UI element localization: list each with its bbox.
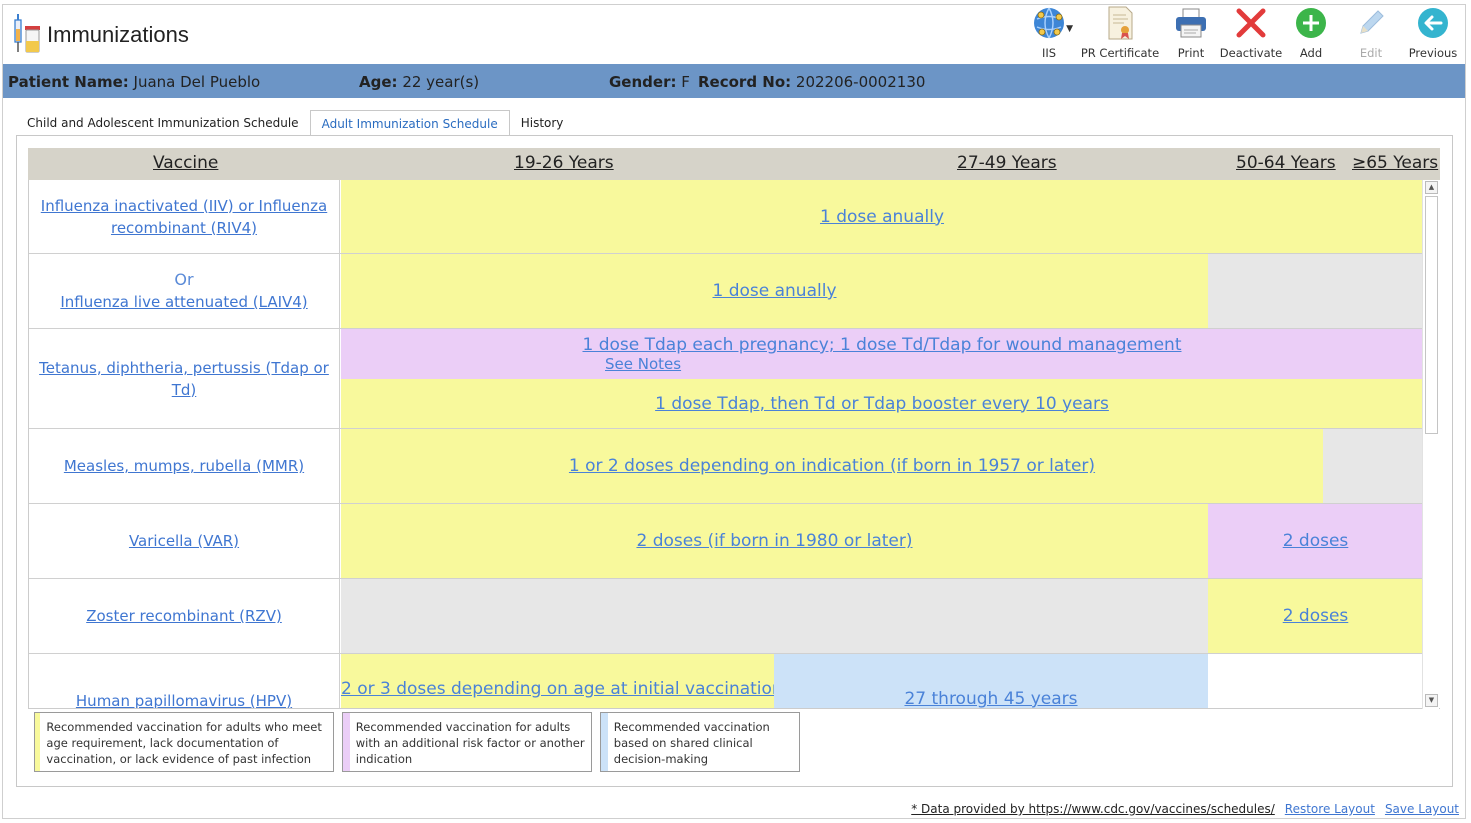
vaccine-link-tdap[interactable]: Tetanus, diphtheria, pertussis (Tdap or … bbox=[37, 357, 331, 401]
header-vaccine[interactable]: Vaccine bbox=[153, 153, 218, 173]
title-bar: Immunizations bbox=[12, 12, 189, 56]
table-row: Varicella (VAR) 2 doses (if born in 1980… bbox=[29, 504, 1423, 579]
vaccine-cell: Zoster recombinant (RZV) bbox=[29, 579, 340, 653]
dose-link[interactable]: 2 doses (if born in 1980 or later) bbox=[636, 531, 912, 551]
header-65-plus[interactable]: ≥65 Years bbox=[1352, 153, 1438, 173]
scroll-down-arrow-icon[interactable]: ▼ bbox=[1425, 694, 1438, 707]
pr-certificate-button[interactable]: PR Certificate bbox=[1079, 6, 1161, 62]
see-notes-link[interactable]: See Notes bbox=[605, 355, 681, 373]
grid-scrollbar[interactable]: ▲ ▼ bbox=[1422, 180, 1439, 709]
cdc-source-link[interactable]: * Data provided by https://www.cdc.gov/v… bbox=[911, 802, 1275, 816]
header-19-26[interactable]: 19-26 Years bbox=[514, 153, 614, 173]
certificate-icon bbox=[1103, 6, 1137, 40]
dose-band: 2 doses bbox=[1208, 504, 1423, 578]
save-layout-link[interactable]: Save Layout bbox=[1385, 802, 1459, 816]
vaccine-link-varicella[interactable]: Varicella (VAR) bbox=[129, 530, 239, 552]
dose-band: 2 doses (if born in 1980 or later) bbox=[341, 504, 1208, 578]
patient-gender: Gender: F bbox=[609, 73, 690, 91]
header-27-49[interactable]: 27-49 Years bbox=[957, 153, 1057, 173]
dose-band: 1 dose anually bbox=[341, 254, 1208, 328]
dose-band: 1 dose anually bbox=[341, 180, 1423, 253]
patient-age: Age: 22 year(s) bbox=[359, 73, 480, 91]
print-button[interactable]: Print bbox=[1161, 6, 1221, 62]
vaccine-cell: Measles, mumps, rubella (MMR) bbox=[29, 429, 340, 503]
dose-link[interactable]: 1 dose Tdap, then Td or Tdap booster eve… bbox=[655, 394, 1109, 414]
vaccine-cell: Influenza inactivated (IIV) or Influenza… bbox=[29, 180, 340, 253]
dose-band: 1 dose Tdap, then Td or Tdap booster eve… bbox=[341, 379, 1423, 428]
legend-purple: Recommended vaccination for adults with … bbox=[342, 712, 592, 772]
patient-record-no: Record No: 202206-0002130 bbox=[698, 73, 926, 91]
printer-icon bbox=[1174, 6, 1208, 40]
legend-text: Recommended vaccination for adults with … bbox=[355, 720, 585, 766]
legend-text: Recommended vaccination based on shared … bbox=[613, 720, 770, 766]
dose-link[interactable]: 2 doses bbox=[1283, 531, 1349, 551]
or-label: Or bbox=[174, 270, 194, 289]
page-title: Immunizations bbox=[47, 22, 189, 47]
tab-adult-schedule[interactable]: Adult Immunization Schedule bbox=[309, 110, 510, 136]
table-row: Tetanus, diphtheria, pertussis (Tdap or … bbox=[29, 329, 1423, 429]
vaccine-link-influenza-laiv[interactable]: Influenza live attenuated (LAIV4) bbox=[60, 291, 307, 313]
deactivate-button[interactable]: Deactivate bbox=[1220, 6, 1282, 62]
red-x-icon bbox=[1234, 6, 1268, 40]
dose-link[interactable]: 1 dose anually bbox=[712, 281, 836, 301]
restore-layout-link[interactable]: Restore Layout bbox=[1285, 802, 1375, 816]
vaccine-link-hpv[interactable]: Human papillomavirus (HPV) bbox=[76, 690, 292, 708]
not-applicable-band bbox=[1323, 429, 1423, 503]
legend-blue: Recommended vaccination based on shared … bbox=[600, 712, 800, 772]
dose-link[interactable]: 2 doses bbox=[1283, 606, 1349, 626]
vaccine-link-zoster[interactable]: Zoster recombinant (RZV) bbox=[86, 605, 282, 627]
dose-link[interactable]: 2 or 3 doses depending on age at initial… bbox=[341, 679, 774, 699]
legend-swatch bbox=[601, 713, 608, 771]
scrollbar-thumb[interactable] bbox=[1425, 196, 1438, 434]
tab-history[interactable]: History bbox=[510, 110, 575, 136]
patient-info-bar: Patient Name: Juana Del Pueblo Age: 22 y… bbox=[3, 64, 1465, 98]
dose-band: 1 or 2 doses depending on indication (if… bbox=[341, 429, 1323, 503]
dose-link[interactable]: 1 dose Tdap each pregnancy; 1 dose Td/Td… bbox=[582, 335, 1181, 355]
dose-link[interactable]: 1 or 2 doses depending on indication (if… bbox=[569, 456, 1095, 476]
tab-strip: Child and Adolescent Immunization Schedu… bbox=[16, 110, 574, 136]
legend-text: Recommended vaccination for adults who m… bbox=[46, 720, 322, 766]
legend-yellow: Recommended vaccination for adults who m… bbox=[34, 712, 334, 772]
vaccine-cell: Human papillomavirus (HPV) bbox=[29, 654, 340, 708]
chevron-down-icon[interactable]: ▼ bbox=[1066, 24, 1073, 34]
vaccine-cell: Tetanus, diphtheria, pertussis (Tdap or … bbox=[29, 329, 340, 428]
schedule-grid: Influenza inactivated (IIV) or Influenza… bbox=[28, 180, 1440, 709]
edit-button[interactable]: Edit bbox=[1341, 6, 1401, 62]
patient-name: Patient Name: Juana Del Pueblo bbox=[8, 73, 261, 91]
dose-band: 2 or 3 doses depending on age at initial… bbox=[341, 654, 774, 708]
dose-band: 2 doses bbox=[1208, 579, 1423, 653]
back-arrow-icon bbox=[1416, 6, 1450, 40]
tab-child-adolescent-schedule[interactable]: Child and Adolescent Immunization Schedu… bbox=[16, 110, 310, 136]
globe-network-icon: ▼ bbox=[1027, 6, 1073, 40]
previous-button[interactable]: Previous bbox=[1401, 6, 1465, 62]
vaccine-cell: Or Influenza live attenuated (LAIV4) bbox=[29, 254, 340, 328]
dose-band: 27 through 45 years bbox=[774, 654, 1208, 708]
pencil-icon bbox=[1354, 6, 1388, 40]
table-row: Measles, mumps, rubella (MMR) 1 or 2 dos… bbox=[29, 429, 1423, 504]
footer: * Data provided by https://www.cdc.gov/v… bbox=[911, 802, 1459, 816]
green-plus-icon bbox=[1294, 6, 1328, 40]
dose-link[interactable]: 1 dose anually bbox=[820, 207, 944, 227]
toolbar: ▼ IIS PR Certificate Print Deactivate Ad… bbox=[1019, 6, 1465, 62]
table-row: Or Influenza live attenuated (LAIV4) 1 d… bbox=[29, 254, 1423, 329]
vaccine-link-mmr[interactable]: Measles, mumps, rubella (MMR) bbox=[64, 455, 304, 477]
not-applicable-band bbox=[341, 579, 1208, 653]
not-applicable-band bbox=[1208, 254, 1423, 328]
schedule-header: Vaccine 19-26 Years 27-49 Years 50-64 Ye… bbox=[28, 148, 1440, 180]
table-row: Influenza inactivated (IIV) or Influenza… bbox=[29, 180, 1423, 254]
vaccine-link-influenza-iiv[interactable]: Influenza inactivated (IIV) or Influenza… bbox=[37, 195, 331, 239]
iis-button[interactable]: ▼ IIS bbox=[1019, 6, 1079, 62]
table-row: Zoster recombinant (RZV) 2 doses bbox=[29, 579, 1423, 654]
legend-swatch bbox=[343, 713, 350, 771]
vaccine-cell: Varicella (VAR) bbox=[29, 504, 340, 578]
dose-link[interactable]: 27 through 45 years bbox=[904, 689, 1077, 708]
dose-band: 1 dose Tdap each pregnancy; 1 dose Td/Td… bbox=[341, 329, 1423, 379]
add-button[interactable]: Add bbox=[1281, 6, 1341, 62]
scroll-up-arrow-icon[interactable]: ▲ bbox=[1425, 181, 1438, 194]
header-50-64[interactable]: 50-64 Years bbox=[1236, 153, 1336, 173]
table-row: Human papillomavirus (HPV) 2 or 3 doses … bbox=[29, 654, 1423, 708]
syringe-vial-icon bbox=[12, 12, 42, 56]
